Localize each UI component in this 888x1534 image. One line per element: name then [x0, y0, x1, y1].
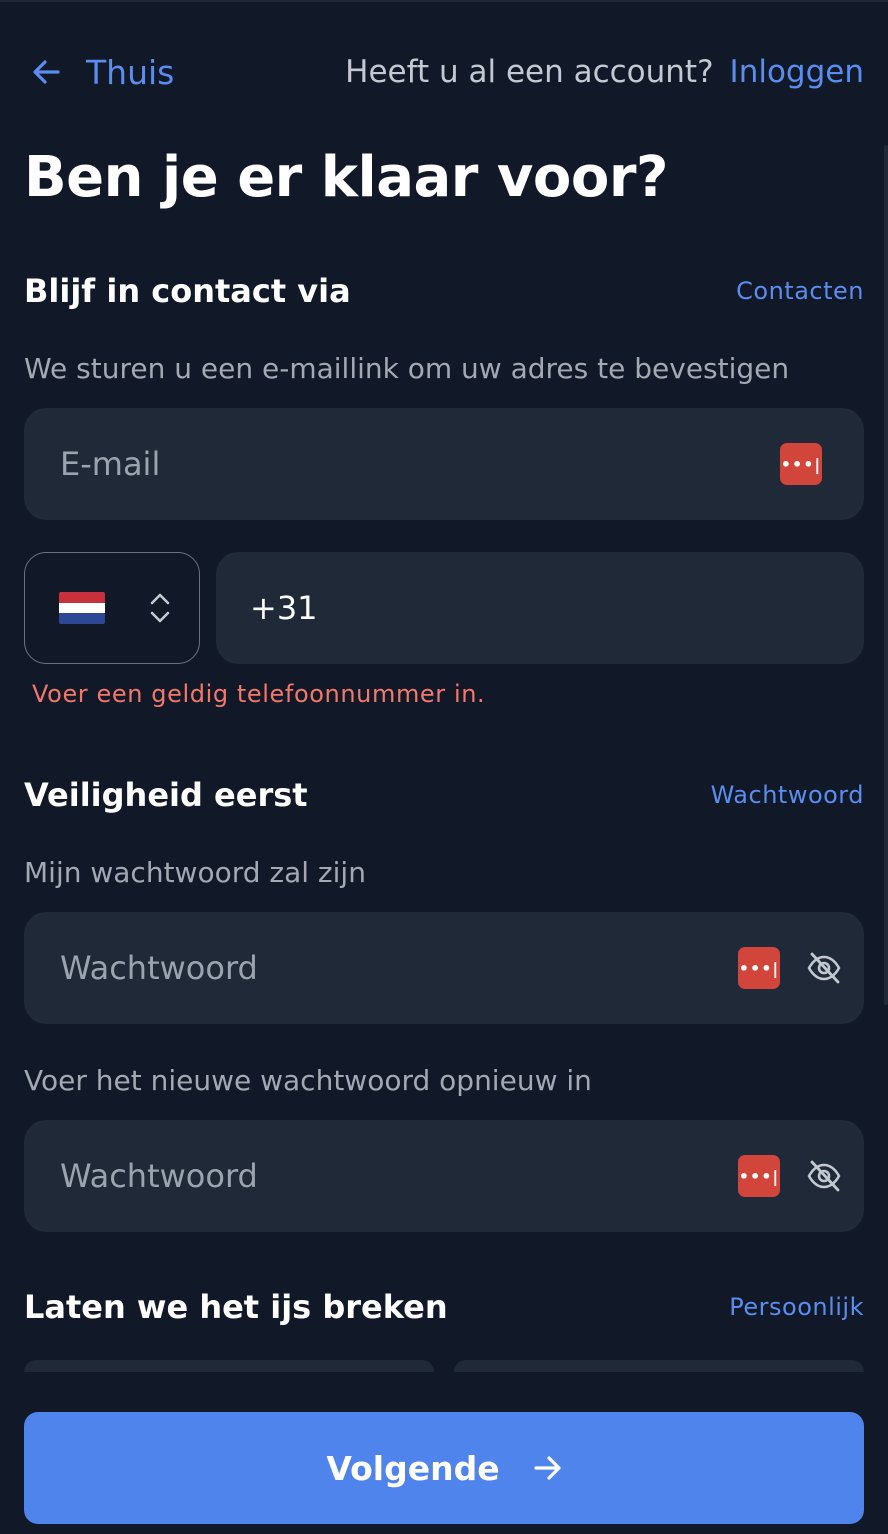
- confirm-password-label: Voer het nieuwe wachtwoord opnieuw in: [24, 1064, 592, 1097]
- netherlands-flag-icon: [59, 592, 105, 625]
- account-prompt: Heeft u al een account? Inloggen: [345, 54, 864, 90]
- eye-off-icon[interactable]: [806, 1159, 842, 1193]
- phone-value: +31: [250, 589, 318, 627]
- first-name-field[interactable]: [24, 1360, 434, 1372]
- password-manager-icon[interactable]: •••|: [738, 947, 780, 989]
- security-tag-link[interactable]: Wachtwoord: [711, 781, 864, 809]
- country-select[interactable]: [24, 552, 200, 664]
- login-link[interactable]: Inloggen: [730, 54, 864, 90]
- email-placeholder: E-mail: [60, 445, 161, 483]
- contact-heading: Blijf in contact via: [24, 272, 351, 310]
- back-label: Thuis: [86, 52, 175, 92]
- email-field[interactable]: E-mail •••|: [24, 408, 864, 520]
- next-button[interactable]: Volgende: [24, 1412, 864, 1524]
- confirm-password-placeholder: Wachtwoord: [60, 1157, 258, 1195]
- password-manager-icon[interactable]: •••|: [780, 443, 822, 485]
- personal-heading: Laten we het ijs breken: [24, 1288, 448, 1326]
- back-link[interactable]: Thuis: [24, 53, 174, 92]
- email-hint: We sturen u een e-maillink om uw adres t…: [24, 352, 790, 385]
- chevron-up-down-icon: [149, 591, 171, 625]
- account-question: Heeft u al een account?: [345, 54, 714, 90]
- next-button-label: Volgende: [326, 1448, 500, 1488]
- confirm-password-field[interactable]: Wachtwoord •••|: [24, 1120, 864, 1232]
- security-section-header: Veiligheid eerst Wachtwoord: [24, 776, 864, 814]
- password-placeholder: Wachtwoord: [60, 949, 258, 987]
- top-divider: [0, 0, 888, 2]
- eye-off-icon[interactable]: [806, 951, 842, 985]
- last-name-field[interactable]: [454, 1360, 864, 1372]
- contact-tag-link[interactable]: Contacten: [736, 277, 864, 305]
- phone-error-message: Voer een geldig telefoonnummer in.: [32, 680, 486, 708]
- arrow-left-icon: [33, 60, 60, 84]
- page-title: Ben je er klaar voor?: [24, 145, 668, 210]
- arrow-right-icon: [534, 1456, 561, 1480]
- personal-section-header: Laten we het ijs breken Persoonlijk: [24, 1288, 864, 1326]
- personal-tag-link[interactable]: Persoonlijk: [729, 1293, 864, 1321]
- header: Thuis Heeft u al een account? Inloggen: [24, 48, 864, 96]
- password-field[interactable]: Wachtwoord •••|: [24, 912, 864, 1024]
- security-heading: Veiligheid eerst: [24, 776, 308, 814]
- password-manager-icon[interactable]: •••|: [738, 1155, 780, 1197]
- password-label: Mijn wachtwoord zal zijn: [24, 856, 366, 889]
- scrollbar[interactable]: [884, 145, 888, 1005]
- contact-section-header: Blijf in contact via Contacten: [24, 272, 864, 310]
- phone-input[interactable]: +31: [216, 552, 864, 664]
